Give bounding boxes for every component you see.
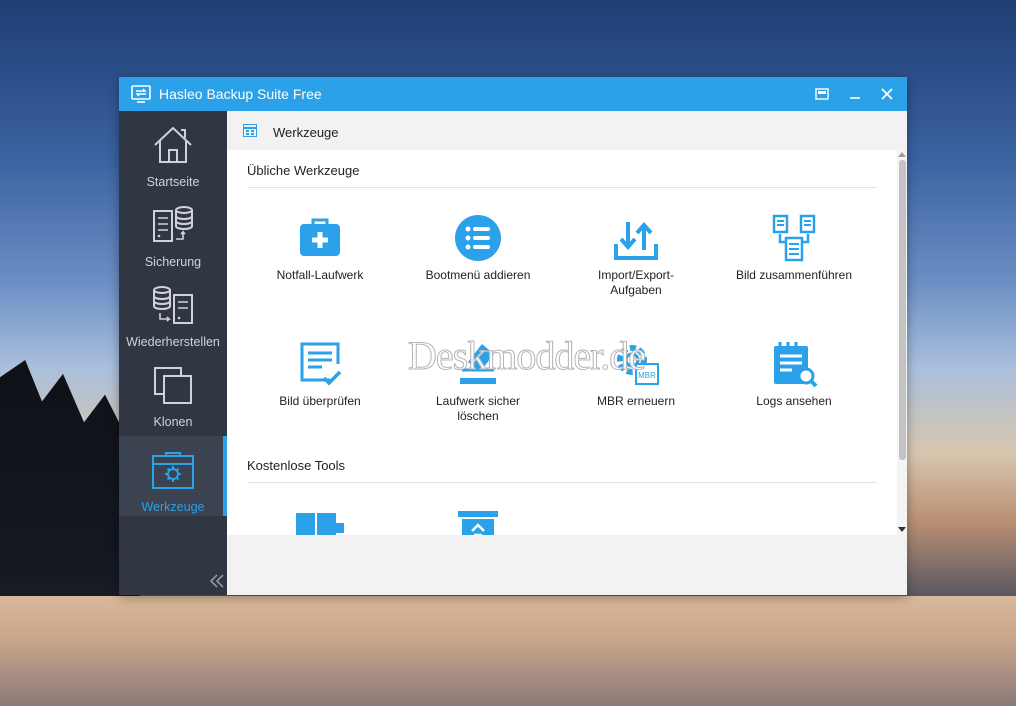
drive-tool-icon	[296, 513, 344, 535]
sidebar-item-label: Klonen	[153, 415, 193, 429]
tool-label: Import/Export-Aufgaben	[597, 268, 675, 297]
svg-text:MBR: MBR	[638, 371, 656, 380]
background-lake	[0, 596, 1016, 706]
app-logo-icon	[131, 85, 151, 103]
tool-mbr-erneuern[interactable]: MBR MBR erneuern	[561, 340, 711, 450]
title-bar[interactable]: Hasleo Backup Suite Free	[119, 77, 907, 111]
import-export-icon	[614, 221, 658, 260]
restore-button[interactable]	[807, 77, 837, 111]
double-chevron-left-icon	[209, 574, 224, 588]
database-backup-icon	[153, 206, 193, 242]
sidebar-item-werkzeuge[interactable]: Werkzeuge	[119, 436, 227, 516]
scroll-up-arrow-icon[interactable]	[898, 152, 906, 157]
tool-label: Bild zusammenführen	[735, 268, 853, 282]
sidebar: Startseite Sicherung Wiederherstellen Kl…	[119, 111, 227, 595]
page-title: Werkzeuge	[273, 125, 339, 140]
scrollbar-thumb[interactable]	[899, 160, 906, 460]
toolbox-icon	[152, 452, 194, 489]
sidebar-item-label: Sicherung	[144, 255, 202, 269]
content-area: Werkzeuge Übliche Werkzeuge Notfall-Lauf…	[227, 111, 907, 595]
check-document-icon	[300, 342, 342, 386]
close-icon	[881, 88, 893, 100]
window-restore-icon	[815, 88, 829, 100]
erase-drive-icon	[460, 344, 496, 384]
scroll-down-arrow-icon[interactable]	[898, 527, 906, 532]
minimize-icon	[850, 97, 860, 99]
tool-notfall-laufwerk[interactable]: Notfall-Laufwerk	[245, 214, 395, 324]
close-button[interactable]	[872, 77, 902, 111]
sidebar-item-wiederherstellen[interactable]: Wiederherstellen	[119, 271, 227, 351]
collapse-sidebar-button[interactable]	[209, 573, 225, 589]
section-title-free: Kostenlose Tools	[247, 458, 346, 473]
grid-icon	[243, 124, 257, 137]
tool-logs-ansehen[interactable]: Logs ansehen	[719, 340, 869, 450]
tool-label: Bootmenü addieren	[425, 268, 531, 282]
tool-label: Bild überprüfen	[279, 394, 361, 408]
tool-label: MBR erneuern	[596, 394, 676, 408]
minimize-button[interactable]	[840, 77, 870, 111]
sidebar-item-startseite[interactable]: Startseite	[119, 111, 227, 191]
database-restore-icon	[153, 286, 193, 324]
tool-bootmenue-addieren[interactable]: Bootmenü addieren	[403, 214, 553, 324]
section-divider	[247, 482, 877, 483]
list-icon	[455, 215, 501, 261]
sidebar-item-sicherung[interactable]: Sicherung	[119, 191, 227, 271]
tools-panel: Übliche Werkzeuge Notfall-Laufwerk Bootm…	[227, 150, 907, 535]
sidebar-item-label: Werkzeuge	[141, 500, 205, 514]
sidebar-item-label: Startseite	[146, 175, 200, 189]
mbr-gear-icon: MBR	[617, 345, 659, 385]
section-divider	[247, 187, 877, 188]
window-title: Hasleo Backup Suite Free	[159, 86, 322, 102]
tool-bild-zusammenfuehren[interactable]: Bild zusammenführen	[719, 214, 869, 324]
merge-image-icon	[772, 214, 816, 262]
tool-label: Laufwerk sicher löschen	[435, 394, 521, 423]
tool-free-2[interactable]	[403, 509, 553, 535]
medical-kit-icon	[300, 218, 340, 256]
sidebar-item-label: Wiederherstellen	[126, 335, 220, 349]
content-header: Werkzeuge	[227, 111, 907, 150]
app-window: Hasleo Backup Suite Free Startseite Sich…	[119, 77, 907, 595]
house-icon	[154, 126, 192, 163]
tool-free-1[interactable]	[245, 509, 395, 535]
tool-import-export[interactable]: Import/Export-Aufgaben	[561, 214, 711, 324]
tool-label: Logs ansehen	[756, 394, 832, 408]
clone-icon	[154, 367, 192, 404]
log-search-icon	[774, 342, 818, 388]
recycle-bin-icon	[458, 511, 498, 535]
tool-label: Notfall-Laufwerk	[276, 268, 364, 282]
tool-bild-ueberpruefen[interactable]: Bild überprüfen	[245, 340, 395, 450]
tool-laufwerk-sicher-loeschen[interactable]: Laufwerk sicher löschen	[403, 340, 553, 450]
section-title-common: Übliche Werkzeuge	[247, 163, 360, 178]
sidebar-item-klonen[interactable]: Klonen	[119, 351, 227, 431]
